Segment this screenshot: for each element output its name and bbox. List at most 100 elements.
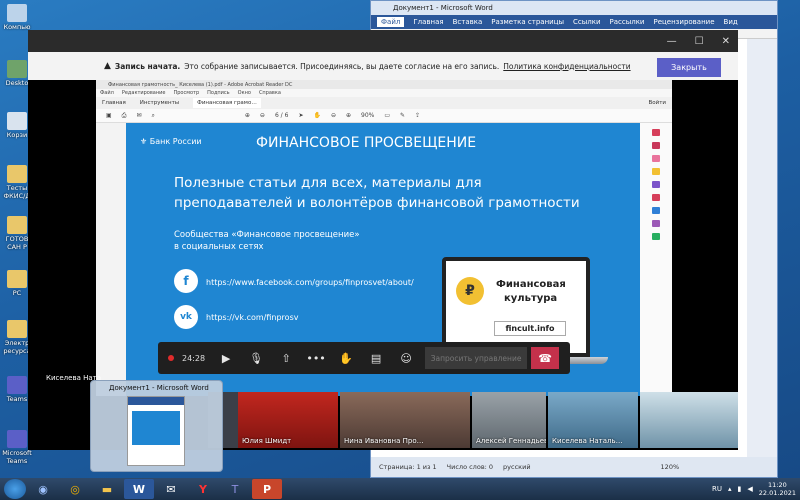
zoom-in-icon[interactable]: ⊕ (346, 112, 351, 119)
recording-started-label: Запись начата. (114, 61, 181, 71)
page-indicator[interactable]: 6 / 6 (275, 112, 288, 119)
tab-tools[interactable]: Инструменты (140, 100, 179, 106)
export-pdf-icon[interactable] (652, 129, 660, 136)
hand-icon[interactable]: ✋ (313, 112, 320, 119)
camera-icon[interactable]: ▶ (211, 352, 241, 365)
word-tab-view[interactable]: Вид (724, 18, 738, 26)
print-icon[interactable]: ⎙ (122, 112, 127, 120)
word-language[interactable]: русский (503, 463, 531, 471)
participant-tile-2[interactable]: Юлия Шмидт (238, 392, 338, 448)
clock-time: 11:20 (768, 481, 787, 489)
call-toolbar: 24:28 ▶ 🎙 ⇧ ••• ✋ ▤ ☺ Запросить управлен… (158, 342, 570, 374)
word-scroll-area[interactable] (747, 39, 777, 457)
login-button[interactable]: Войти (649, 100, 667, 106)
menu-window[interactable]: Окно (238, 90, 251, 96)
desktop-icon-label: Электр ресурса (3, 339, 31, 355)
word-tab-references[interactable]: Ссылки (573, 18, 601, 26)
taskbar-preview[interactable]: Документ1 - Microsoft Word (90, 380, 223, 472)
zoom-out-icon[interactable]: ⊖ (331, 112, 336, 119)
comment-tool-icon[interactable] (652, 168, 660, 175)
participant-tile-6[interactable] (640, 392, 738, 448)
close-icon[interactable]: ✕ (722, 36, 730, 47)
page-down-icon[interactable]: ⊖ (260, 112, 265, 119)
more-options-icon[interactable]: ••• (301, 352, 331, 365)
tab-home[interactable]: Главная (102, 100, 126, 106)
chat-icon[interactable]: ▤ (361, 352, 391, 365)
comment-icon[interactable]: ✎ (400, 112, 405, 119)
hang-up-button[interactable]: ☎ (531, 347, 560, 369)
participants-icon[interactable]: ☺ (391, 352, 421, 365)
fit-page-icon[interactable]: ▭ (384, 112, 390, 119)
select-cursor-icon[interactable]: ➤ (298, 112, 303, 119)
organize-icon[interactable] (652, 194, 660, 201)
volume-icon[interactable]: ◀ (747, 485, 752, 493)
acrobat-tabs: Главная Инструменты Финансовая грамо… Во… (96, 97, 672, 109)
tab-document[interactable]: Финансовая грамо… (193, 98, 261, 108)
word-word-count: Число слов: 0 (446, 463, 494, 471)
create-pdf-icon[interactable] (652, 142, 660, 149)
preview-thumbnail[interactable] (127, 396, 185, 466)
word-tab-home[interactable]: Главная (413, 18, 443, 26)
word-zoom[interactable]: 120% (661, 463, 680, 471)
menu-view[interactable]: Просмотр (173, 90, 199, 96)
desktop-icon-computer[interactable]: Компью (2, 4, 32, 31)
powerpoint-icon[interactable]: P (252, 479, 282, 499)
explorer-icon[interactable]: ▬ (92, 479, 122, 499)
recording-indicator-icon (168, 355, 174, 361)
privacy-policy-link[interactable]: Политика конфиденциальности (503, 62, 630, 71)
request-control-button[interactable]: Запросить управление (425, 347, 528, 369)
edit-pdf-icon[interactable] (652, 155, 660, 162)
participant-name: Киселева Наталь… (552, 437, 623, 445)
word-tab-insert[interactable]: Вставка (453, 18, 483, 26)
zoom-level[interactable]: 90% (361, 112, 374, 119)
laptop-url: fincult.info (494, 321, 566, 336)
page-up-icon[interactable]: ⊕ (245, 112, 250, 119)
share-icon[interactable]: ⇪ (415, 112, 420, 119)
acrobat-left-pane (96, 123, 126, 396)
search-icon[interactable]: ⌕ (152, 112, 155, 120)
ruble-icon: ₽ (456, 277, 484, 305)
community-line2: в социальных сетях (174, 242, 264, 252)
minimize-icon[interactable]: — (667, 36, 677, 47)
menu-edit[interactable]: Редактирование (122, 90, 166, 96)
save-icon[interactable]: ▣ (106, 112, 112, 119)
participant-tile-3[interactable]: Нина Ивановна Про… (340, 392, 470, 448)
word-tab-mailings[interactable]: Рассылки (610, 18, 645, 26)
participant-tile-5[interactable]: Киселева Наталь… (548, 392, 638, 448)
mail-icon[interactable]: ✉ (156, 479, 186, 499)
close-banner-button[interactable]: Закрыть (657, 58, 721, 77)
word-tab-file[interactable]: Файл (377, 17, 405, 27)
yandex-icon[interactable]: Y (188, 479, 218, 499)
desktop-icon-label: Компью (3, 23, 31, 31)
system-tray: RU ▴ ▮ ◀ 11:20 22.01.2021 (712, 478, 796, 500)
network-icon[interactable]: ▮ (738, 485, 742, 493)
warning-icon: ▲ (104, 61, 111, 71)
community-line1: Сообщества «Финансовое просвещение» (174, 230, 360, 240)
clock[interactable]: 11:20 22.01.2021 (759, 481, 796, 497)
word-tab-layout[interactable]: Разметка страницы (491, 18, 564, 26)
tray-arrow-icon[interactable]: ▴ (728, 485, 732, 493)
assistant-icon[interactable]: ◉ (28, 479, 58, 499)
word-ribbon-tabs: Файл Главная Вставка Разметка страницы С… (371, 15, 777, 29)
call-timer: 24:28 (182, 353, 206, 363)
word-tab-review[interactable]: Рецензирование (654, 18, 715, 26)
protect-icon[interactable] (652, 207, 660, 214)
raise-hand-icon[interactable]: ✋ (331, 352, 361, 365)
chrome-icon[interactable]: ◎ (60, 479, 90, 499)
email-icon[interactable]: ✉ (136, 112, 141, 119)
language-indicator[interactable]: RU (712, 485, 722, 493)
teams-icon[interactable]: T (220, 479, 250, 499)
maximize-icon[interactable]: ☐ (695, 36, 704, 47)
menu-file[interactable]: Файл (100, 90, 114, 96)
share-screen-icon[interactable]: ⇧ (271, 352, 301, 365)
facebook-link: https://www.facebook.com/groups/finprosv… (206, 278, 414, 287)
fill-sign-icon[interactable] (652, 220, 660, 227)
menu-help[interactable]: Справка (259, 90, 281, 96)
participant-tile-4[interactable]: Алексей Геннадьев… (472, 392, 546, 448)
mic-off-icon[interactable]: 🎙 (241, 352, 271, 365)
start-button[interactable] (4, 479, 26, 499)
more-tools-icon[interactable] (652, 233, 660, 240)
combine-icon[interactable] (652, 181, 660, 188)
word-icon[interactable]: W (124, 479, 154, 499)
menu-sign[interactable]: Подпись (207, 90, 230, 96)
